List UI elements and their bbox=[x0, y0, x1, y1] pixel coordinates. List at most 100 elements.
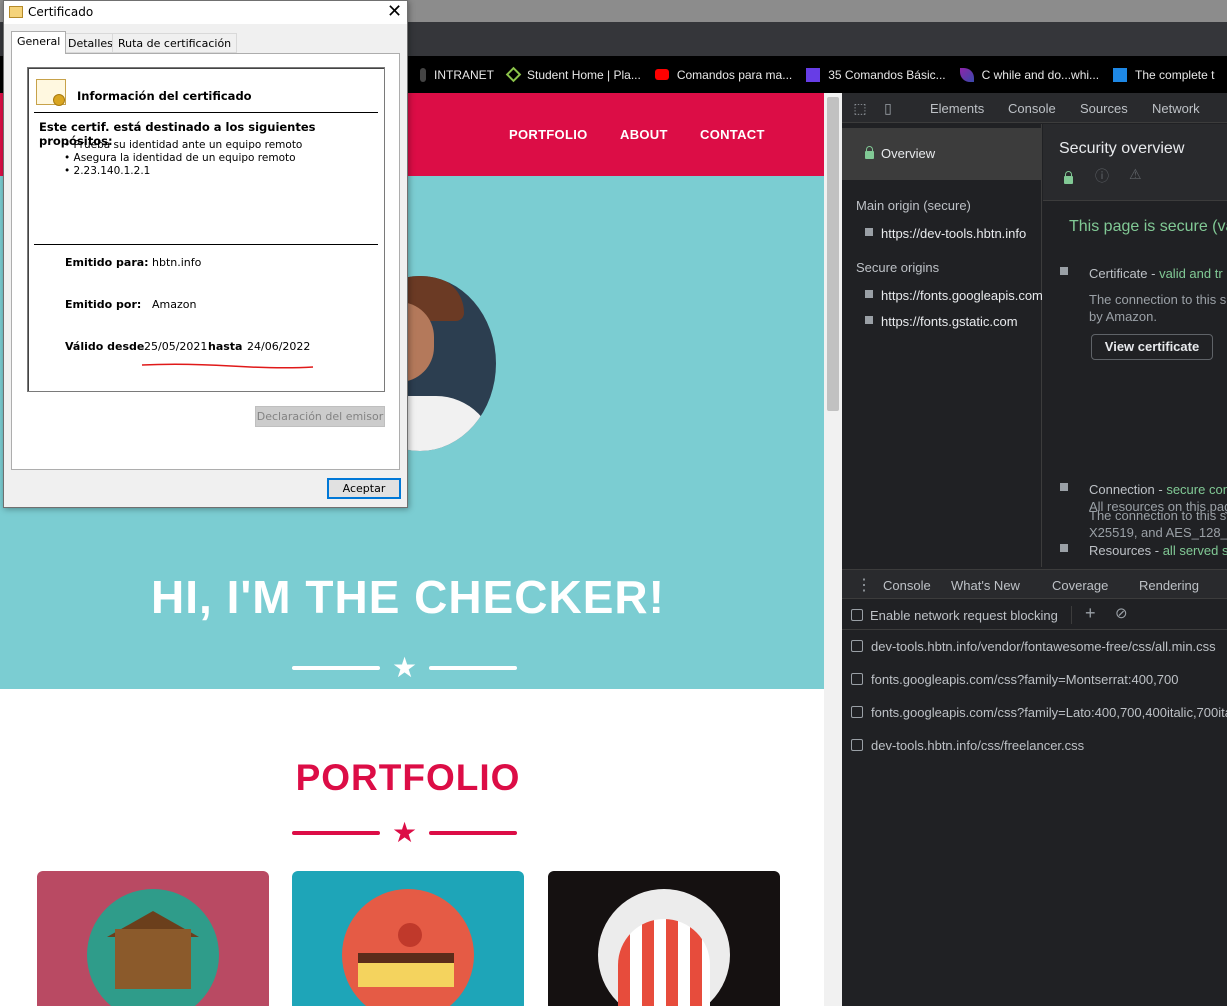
certificate-dialog: Certificado ✕ General Detalles Ruta de c… bbox=[3, 0, 408, 508]
portfolio-card-cabin[interactable] bbox=[37, 871, 269, 1006]
youtube-icon bbox=[654, 69, 669, 80]
bookmark-label: Comandos para ma... bbox=[676, 67, 793, 82]
purpose-item: • 2.23.140.1.2.1 bbox=[64, 165, 151, 177]
play-icon bbox=[1113, 67, 1128, 82]
blocked-pattern-row[interactable]: dev-tools.hbtn.info/vendor/fontawesome-f… bbox=[842, 631, 1227, 664]
tab-sources[interactable]: Sources bbox=[1080, 101, 1128, 116]
resources-desc: All resources on this pag bbox=[1089, 499, 1227, 514]
bookmark-label: Student Home | Pla... bbox=[527, 67, 641, 82]
add-pattern-icon[interactable]: + bbox=[1085, 603, 1096, 624]
dialog-title: Certificado bbox=[28, 5, 94, 19]
origin-bullet bbox=[865, 290, 873, 298]
aceptar-button[interactable]: Aceptar bbox=[327, 478, 401, 499]
security-sidebar: Overview Main origin (secure) https://de… bbox=[842, 124, 1043, 567]
certificate-info-box: Información del certificado Este certif.… bbox=[27, 67, 385, 392]
cake-icon bbox=[342, 889, 474, 1006]
summary-bullet bbox=[1060, 267, 1068, 275]
bookmark-intranet[interactable]: INTRANET bbox=[420, 67, 494, 82]
hero-divider: ★ bbox=[292, 652, 518, 683]
pattern-text: fonts.googleapis.com/css?family=Montserr… bbox=[871, 672, 1179, 687]
secure-status: This page is secure (va bbox=[1069, 218, 1227, 235]
feather-icon bbox=[959, 67, 974, 82]
inspect-icon[interactable]: ⬚ bbox=[852, 100, 868, 116]
bookmark-label: The complete t bbox=[1135, 67, 1215, 82]
valid-to-value: 24/06/2022 bbox=[247, 340, 311, 353]
star-icon: ★ bbox=[392, 652, 418, 683]
blocked-pattern-row[interactable]: dev-tools.hbtn.info/css/freelancer.css bbox=[842, 730, 1227, 763]
origin-bullet bbox=[865, 228, 873, 236]
pattern-checkbox[interactable] bbox=[851, 706, 863, 718]
certificate-desc: by Amazon. bbox=[1089, 309, 1157, 324]
issuer-statement-button[interactable]: Declaración del emisor bbox=[255, 406, 385, 427]
clear-icon[interactable]: ⊘ bbox=[1115, 604, 1128, 622]
pattern-checkbox[interactable] bbox=[851, 673, 863, 685]
bookmark-35-comandos[interactable]: 35 Comandos Básic... bbox=[806, 67, 946, 82]
portfolio-card-circus[interactable] bbox=[548, 871, 780, 1006]
website-scroll-thumb[interactable] bbox=[827, 97, 839, 411]
tab-network[interactable]: Network bbox=[1152, 101, 1200, 116]
general-panel: Información del certificado Este certif.… bbox=[11, 53, 400, 470]
sidebar-item-overview[interactable]: Overview bbox=[842, 128, 1042, 180]
warning-icon: ⚠ bbox=[1129, 166, 1142, 182]
sidebar-item-main-origin[interactable]: https://dev-tools.hbtn.info bbox=[881, 226, 1026, 241]
bookmark-complete[interactable]: The complete t bbox=[1113, 67, 1215, 82]
certificate-summary: Certificate - valid and tr bbox=[1089, 266, 1223, 281]
origin-bullet bbox=[865, 316, 873, 324]
nav-portfolio[interactable]: PORTFOLIO bbox=[509, 127, 588, 142]
portfolio-card-cake[interactable] bbox=[292, 871, 524, 1006]
portfolio-divider: ★ bbox=[292, 819, 518, 847]
toolbar-separator bbox=[1071, 606, 1072, 624]
drawer-tab-console[interactable]: Console bbox=[883, 578, 931, 593]
blocked-pattern-row[interactable]: fonts.googleapis.com/css?family=Lato:400… bbox=[842, 697, 1227, 730]
summary-bullet bbox=[1060, 544, 1068, 552]
connection-desc: X25519, and AES_128_G bbox=[1089, 525, 1227, 540]
pattern-text: fonts.googleapis.com/css?family=Lato:400… bbox=[871, 705, 1227, 720]
enable-blocking-checkbox[interactable] bbox=[851, 609, 863, 621]
bookmark-comandos[interactable]: Comandos para ma... bbox=[654, 67, 793, 82]
issued-by-value: Amazon bbox=[152, 298, 197, 311]
issued-to-value: hbtn.info bbox=[152, 256, 202, 269]
divider-line bbox=[292, 666, 380, 670]
tab-general[interactable]: General bbox=[11, 31, 67, 54]
lock-icon bbox=[1064, 171, 1073, 184]
tab-detalles[interactable]: Detalles bbox=[62, 33, 119, 53]
drawer-tab-whats-new[interactable]: What's New bbox=[951, 578, 1020, 593]
main-origin-heading: Main origin (secure) bbox=[856, 198, 971, 213]
view-certificate-button[interactable]: View certificate bbox=[1091, 334, 1213, 360]
tab-elements[interactable]: Elements bbox=[930, 101, 984, 116]
device-toggle-icon[interactable]: ▯ bbox=[880, 100, 896, 116]
certificate-desc: The connection to this s bbox=[1089, 292, 1227, 307]
blocked-pattern-row[interactable]: fonts.googleapis.com/css?family=Montserr… bbox=[842, 664, 1227, 697]
pattern-text: dev-tools.hbtn.info/css/freelancer.css bbox=[871, 738, 1085, 753]
pattern-checkbox[interactable] bbox=[851, 640, 863, 652]
pattern-checkbox[interactable] bbox=[851, 739, 863, 751]
connection-summary: Connection - secure con bbox=[1089, 482, 1227, 497]
purpose-item: • Prueba su identidad ante un equipo rem… bbox=[64, 139, 303, 151]
holberton-icon bbox=[420, 67, 426, 82]
drawer-tab-rendering[interactable]: Rendering bbox=[1139, 578, 1199, 593]
drawer-tab-coverage[interactable]: Coverage bbox=[1052, 578, 1108, 593]
sidebar-item-origin[interactable]: https://fonts.gstatic.com bbox=[881, 314, 1018, 329]
seal-icon bbox=[53, 94, 65, 106]
hostinger-icon bbox=[806, 67, 821, 82]
valid-to-label: hasta bbox=[208, 340, 243, 353]
drawer-tabbar: ⋮ Console What's New Coverage Rendering bbox=[842, 569, 1227, 599]
nav-contact[interactable]: CONTACT bbox=[700, 127, 765, 142]
bookmark-student-home[interactable]: Student Home | Pla... bbox=[505, 66, 641, 83]
divider-line bbox=[429, 831, 518, 835]
issued-by-label: Emitido por: bbox=[65, 298, 142, 311]
bookmark-c-while[interactable]: C while and do...whi... bbox=[959, 67, 1099, 82]
tab-ruta-certificacion[interactable]: Ruta de certificación bbox=[112, 33, 238, 53]
sidebar-item-origin[interactable]: https://fonts.googleapis.com bbox=[881, 288, 1043, 303]
more-vert-icon[interactable]: ⋮ bbox=[856, 575, 872, 595]
close-icon[interactable]: ✕ bbox=[382, 1, 407, 24]
purpose-item: • Asegura la identidad de un equipo remo… bbox=[64, 152, 296, 164]
devtools-toolbar: ⬚ ▯ Elements Console Sources Network bbox=[842, 93, 1227, 123]
cabin-body bbox=[115, 929, 191, 989]
tab-console[interactable]: Console bbox=[1008, 101, 1056, 116]
divider-line bbox=[292, 831, 380, 835]
resources-summary: Resources - all served se bbox=[1089, 543, 1227, 558]
valid-from-label: Válido desde bbox=[65, 340, 145, 353]
certificate-icon bbox=[36, 79, 66, 106]
nav-about[interactable]: ABOUT bbox=[620, 127, 668, 142]
